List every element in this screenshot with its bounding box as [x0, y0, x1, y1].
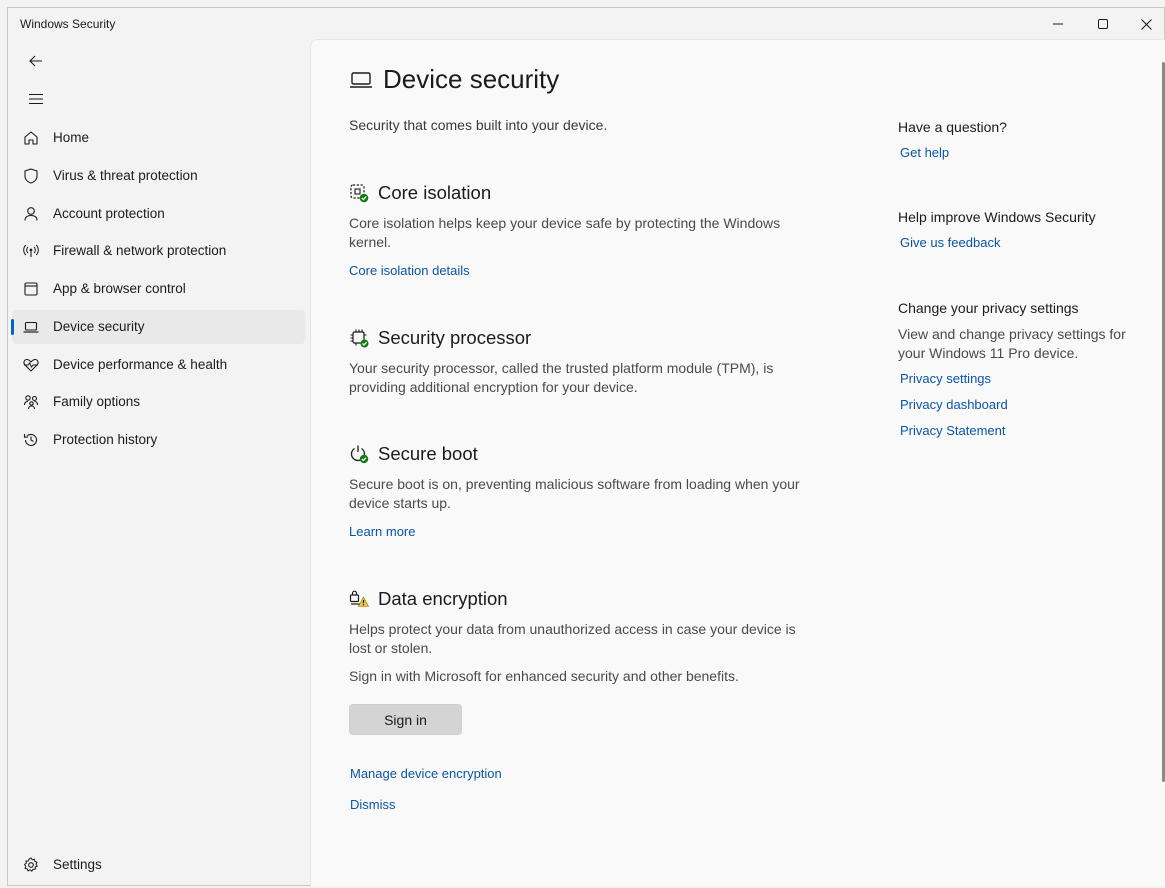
laptop-icon [350, 71, 372, 88]
app-window: Windows Security Home Virus & threat pro… [7, 7, 1165, 886]
minimize-button[interactable] [1036, 8, 1080, 40]
privacy-dashboard-link[interactable]: Privacy dashboard [900, 397, 1128, 412]
title-bar: Windows Security [8, 8, 1164, 40]
question-heading: Have a question? [898, 119, 1007, 135]
nav-item-account-protection[interactable]: Account protection [12, 197, 305, 231]
maximize-icon [1098, 19, 1108, 29]
shield-icon [24, 168, 38, 184]
nav-item-label: Family options [53, 394, 141, 409]
nav-item-virus-threat-protection[interactable]: Virus & threat protection [12, 159, 305, 193]
main-content: Device security Security that comes buil… [310, 39, 1165, 886]
nav-item-protection-history[interactable]: Protection history [12, 423, 305, 457]
page-title: Device security [383, 64, 560, 94]
secure-boot-section: Secure boot Secure boot is on, preventin… [349, 442, 819, 541]
back-button[interactable] [18, 46, 54, 76]
core-isolation-section: Core isolation Core isolation helps keep… [349, 181, 819, 280]
core-isolation-icon [350, 184, 369, 203]
section-title: Data encryption [378, 588, 508, 609]
home-icon [24, 131, 38, 145]
privacy-settings-link[interactable]: Privacy settings [900, 371, 1128, 386]
dismiss-link[interactable]: Dismiss [350, 797, 396, 812]
nav-item-family-options[interactable]: Family options [12, 385, 305, 419]
give-feedback-link[interactable]: Give us feedback [900, 235, 1000, 250]
manage-device-encryption-link[interactable]: Manage device encryption [350, 766, 502, 781]
menu-button[interactable] [18, 84, 54, 114]
gear-icon [24, 857, 38, 872]
nav-item-firewall[interactable]: Firewall & network protection [12, 234, 305, 268]
maximize-button[interactable] [1081, 8, 1125, 40]
family-icon [23, 395, 39, 410]
section-title: Secure boot [378, 443, 478, 464]
section-description: Secure boot is on, preventing malicious … [349, 476, 800, 511]
learn-more-link[interactable]: Learn more [349, 524, 415, 539]
heart-pulse-icon [23, 358, 39, 372]
core-isolation-details-link[interactable]: Core isolation details [349, 263, 470, 278]
section-description: Core isolation helps keep your device sa… [349, 215, 781, 250]
nav-item-label: Device security [53, 319, 145, 334]
get-help-link[interactable]: Get help [900, 145, 949, 160]
close-button[interactable] [1124, 8, 1165, 40]
nav-item-label: Virus & threat protection [53, 168, 198, 183]
power-check-icon [350, 445, 369, 464]
page-header: Device security [349, 64, 559, 95]
minimize-icon [1053, 23, 1063, 25]
privacy-description: View and change privacy settings for you… [898, 326, 1126, 361]
improve-heading: Help improve Windows Security [898, 209, 1096, 225]
privacy-panel: Change your privacy settings View and ch… [898, 300, 1128, 438]
nav-item-label: Device performance & health [53, 357, 228, 372]
nav-item-settings[interactable]: Settings [12, 848, 305, 882]
app-window-icon [24, 282, 38, 296]
close-icon [1140, 18, 1152, 30]
nav-item-device-security[interactable]: Device security [11, 310, 305, 344]
page-description: Security that comes built into your devi… [349, 117, 608, 133]
sidebar: Home Virus & threat protection Account p… [8, 40, 310, 886]
data-encryption-section: Data encryption Helps protect your data … [349, 587, 819, 658]
nav-item-label: Firewall & network protection [53, 243, 227, 258]
back-arrow-icon [29, 55, 42, 67]
lock-warning-icon [349, 590, 369, 607]
app-title: Windows Security [20, 17, 116, 31]
feedback-panel: Help improve Windows Security Give us fe… [898, 209, 1128, 252]
help-panel: Have a question? Get help [898, 119, 1128, 162]
chip-icon [350, 329, 369, 348]
section-title: Security processor [378, 327, 532, 348]
nav-item-home[interactable]: Home [12, 121, 305, 155]
sign-in-button[interactable]: Sign in [349, 704, 462, 735]
nav-item-label: Account protection [53, 206, 165, 221]
nav-item-label: Settings [53, 857, 102, 872]
nav-item-label: App & browser control [53, 281, 186, 296]
section-description: Helps protect your data from unauthorize… [349, 621, 796, 656]
nav-item-app-browser-control[interactable]: App & browser control [12, 272, 305, 306]
signin-note: Sign in with Microsoft for enhanced secu… [349, 668, 739, 684]
nav-item-device-performance[interactable]: Device performance & health [12, 348, 305, 382]
section-description: Your security processor, called the trus… [349, 360, 774, 395]
section-title: Core isolation [378, 182, 492, 203]
security-processor-section: Security processor Your security process… [349, 326, 819, 397]
privacy-heading: Change your privacy settings [898, 300, 1079, 316]
nav-item-label: Home [53, 130, 90, 145]
hamburger-icon [29, 93, 43, 105]
history-icon [23, 433, 38, 446]
laptop-icon [23, 321, 39, 333]
antenna-icon [23, 244, 39, 257]
person-icon [24, 207, 38, 221]
nav-item-label: Protection history [53, 432, 158, 447]
active-indicator [11, 319, 14, 335]
privacy-statement-link[interactable]: Privacy Statement [900, 423, 1128, 438]
